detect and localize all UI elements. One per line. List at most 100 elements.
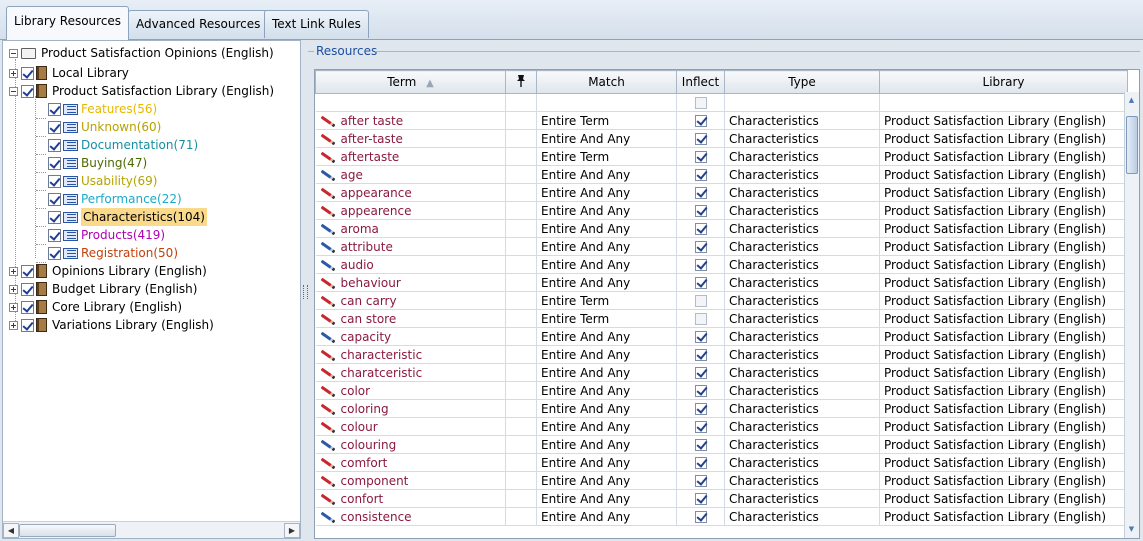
match-cell[interactable]: Entire And Any: [536, 273, 677, 292]
library-cell[interactable]: Product Satisfaction Library (English): [879, 381, 1128, 400]
column-header-pin[interactable]: [505, 70, 537, 94]
pin-cell[interactable]: [505, 183, 537, 202]
library-checkbox[interactable]: [21, 84, 34, 98]
inflect-checkbox[interactable]: [694, 475, 707, 487]
inflect-cell[interactable]: [676, 345, 725, 364]
inflect-cell[interactable]: [676, 507, 725, 526]
type-cell[interactable]: Characteristics: [724, 489, 880, 508]
term-cell[interactable]: charatceristic: [315, 363, 506, 382]
inflect-checkbox[interactable]: [694, 277, 707, 289]
inflect-cell[interactable]: [676, 363, 725, 382]
inflect-checkbox[interactable]: [694, 439, 707, 451]
inflect-checkbox[interactable]: [694, 349, 707, 361]
category-checkbox[interactable]: [48, 138, 61, 152]
table-row[interactable]: age Entire And Any Characteristics Product …: [315, 165, 1128, 184]
inflect-cell[interactable]: [676, 435, 725, 454]
term-cell[interactable]: component: [315, 471, 506, 490]
inflect-cell[interactable]: [676, 201, 725, 220]
inflect-cell[interactable]: [676, 237, 725, 256]
match-cell[interactable]: Entire And Any: [536, 129, 677, 148]
match-cell[interactable]: Entire And Any: [536, 327, 677, 346]
inflect-cell[interactable]: [676, 255, 725, 274]
category-checkbox[interactable]: [48, 102, 61, 116]
inflect-checkbox[interactable]: [694, 295, 707, 307]
term-cell[interactable]: confort: [315, 489, 506, 508]
term-cell[interactable]: aftertaste: [315, 147, 506, 166]
pin-cell[interactable]: [505, 165, 537, 184]
inflect-cell[interactable]: [676, 183, 725, 202]
pin-cell[interactable]: [505, 309, 537, 328]
tree-category-characteristics[interactable]: Characteristics(104): [36, 208, 207, 227]
table-row[interactable]: coloring Entire And Any Characteristics Pro…: [315, 399, 1128, 418]
table-row[interactable]: appearence Entire And Any Characteristics P…: [315, 201, 1128, 220]
library-cell[interactable]: Product Satisfaction Library (English): [879, 201, 1128, 220]
type-cell[interactable]: Characteristics: [724, 399, 880, 418]
new-pin-cell[interactable]: [505, 93, 537, 112]
inflect-checkbox[interactable]: [694, 97, 707, 109]
library-cell[interactable]: Product Satisfaction Library (English): [879, 273, 1128, 292]
table-row[interactable]: aroma Entire And Any Characteristics Produc…: [315, 219, 1128, 238]
type-cell[interactable]: Characteristics: [724, 291, 880, 310]
tab-library-resources[interactable]: Library Resources: [6, 6, 130, 40]
tree-library-local[interactable]: Local Library: [9, 64, 129, 82]
pin-cell[interactable]: [505, 147, 537, 166]
tree-root-node[interactable]: Product Satisfaction Opinions (English): [9, 44, 274, 62]
type-cell[interactable]: Characteristics: [724, 345, 880, 364]
term-cell[interactable]: colouring: [315, 435, 506, 454]
pin-cell[interactable]: [505, 381, 537, 400]
tree-category-performance[interactable]: Performance(22): [36, 190, 182, 209]
table-row[interactable]: comfort Entire And Any Characteristics Prod…: [315, 453, 1128, 472]
match-cell[interactable]: Entire And Any: [536, 165, 677, 184]
pin-cell[interactable]: [505, 291, 537, 310]
category-checkbox[interactable]: [48, 156, 61, 170]
term-cell[interactable]: comfort: [315, 453, 506, 472]
new-term-cell[interactable]: [315, 93, 506, 112]
library-cell[interactable]: Product Satisfaction Library (English): [879, 147, 1128, 166]
table-row[interactable]: appearance Entire And Any Characteristics P…: [315, 183, 1128, 202]
pin-cell[interactable]: [505, 219, 537, 238]
library-checkbox[interactable]: [21, 318, 34, 332]
inflect-checkbox[interactable]: [694, 133, 707, 145]
inflect-cell[interactable]: [676, 489, 725, 508]
library-cell[interactable]: Product Satisfaction Library (English): [879, 129, 1128, 148]
type-cell[interactable]: Characteristics: [724, 453, 880, 472]
match-cell[interactable]: Entire And Any: [536, 399, 677, 418]
library-cell[interactable]: Product Satisfaction Library (English): [879, 507, 1128, 526]
library-cell[interactable]: Product Satisfaction Library (English): [879, 255, 1128, 274]
library-cell[interactable]: Product Satisfaction Library (English): [879, 219, 1128, 238]
term-cell[interactable]: audio: [315, 255, 506, 274]
scrollbar-thumb[interactable]: [19, 524, 116, 537]
match-cell[interactable]: Entire And Any: [536, 507, 677, 526]
match-cell[interactable]: Entire And Any: [536, 237, 677, 256]
tree-category-usability[interactable]: Usability(69): [36, 172, 157, 191]
type-cell[interactable]: Characteristics: [724, 363, 880, 382]
pin-cell[interactable]: [505, 111, 537, 130]
inflect-cell[interactable]: [676, 291, 725, 310]
match-cell[interactable]: Entire And Any: [536, 417, 677, 436]
scrollbar-thumb[interactable]: [1126, 116, 1138, 174]
match-cell[interactable]: Entire And Any: [536, 219, 677, 238]
term-cell[interactable]: after-taste: [315, 129, 506, 148]
table-row[interactable]: aftertaste Entire Term Characteristics Prod…: [315, 147, 1128, 166]
tree-library-variations[interactable]: Variations Library (English): [9, 316, 214, 334]
expand-icon[interactable]: [9, 266, 18, 276]
library-cell[interactable]: Product Satisfaction Library (English): [879, 363, 1128, 382]
table-row[interactable]: colouring Entire And Any Characteristics Pr…: [315, 435, 1128, 454]
inflect-cell[interactable]: [676, 327, 725, 346]
type-cell[interactable]: Characteristics: [724, 111, 880, 130]
term-cell[interactable]: capacity: [315, 327, 506, 346]
table-row[interactable]: consistence Entire And Any Characteristics…: [315, 507, 1128, 526]
inflect-checkbox[interactable]: [694, 511, 707, 523]
library-cell[interactable]: Product Satisfaction Library (English): [879, 489, 1128, 508]
tree-category-products[interactable]: Products(419): [36, 226, 165, 245]
column-header-library[interactable]: Library: [879, 70, 1128, 94]
library-cell[interactable]: Product Satisfaction Library (English): [879, 237, 1128, 256]
new-match-cell[interactable]: [536, 93, 677, 112]
inflect-checkbox[interactable]: [694, 367, 707, 379]
pin-cell[interactable]: [505, 273, 537, 292]
tree-library-product-satisfaction[interactable]: Product Satisfaction Library (English): [9, 82, 274, 100]
inflect-cell[interactable]: [676, 417, 725, 436]
table-row[interactable]: after-taste Entire And Any Characteristics…: [315, 129, 1128, 148]
new-library-cell[interactable]: [879, 93, 1128, 112]
inflect-checkbox[interactable]: [694, 421, 707, 433]
